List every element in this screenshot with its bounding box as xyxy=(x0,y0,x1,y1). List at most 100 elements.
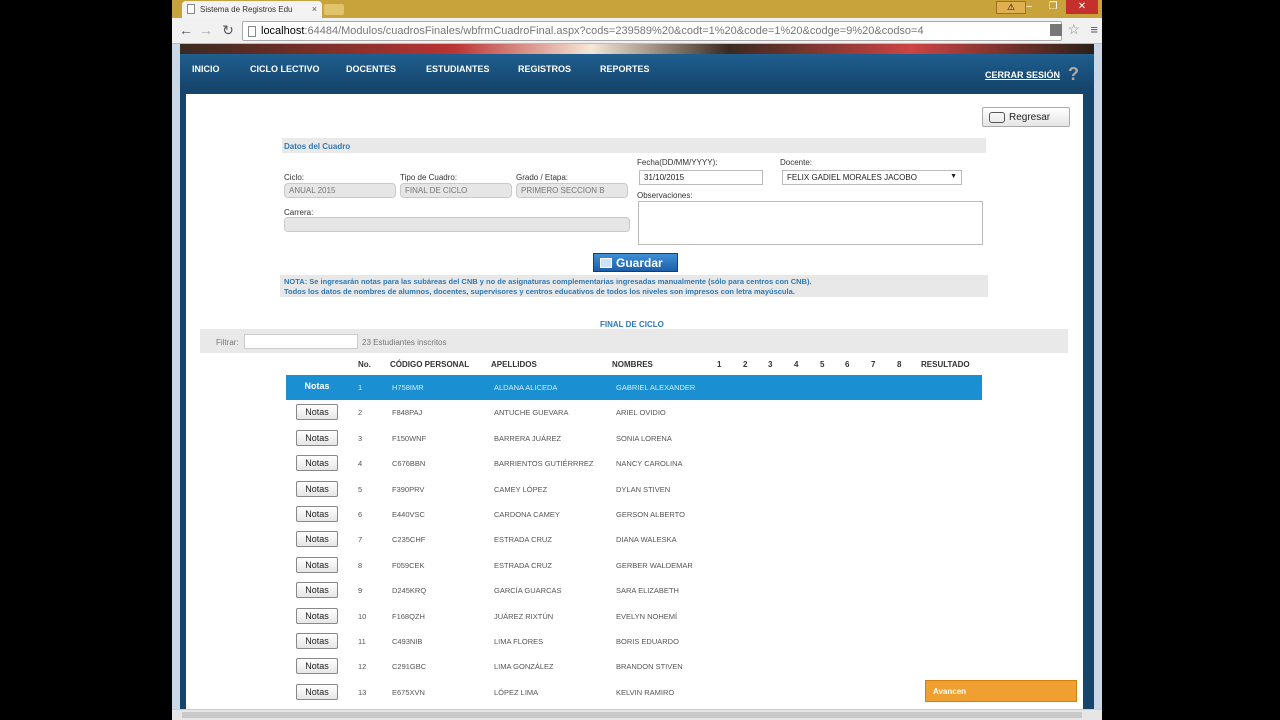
observaciones-textarea[interactable] xyxy=(638,201,983,245)
col-header-result: RESULTADO xyxy=(921,360,970,369)
ciclo-field: ANUAL 2015 xyxy=(284,183,396,198)
table-row[interactable]: Notas 12 C291GBC LIMA GONZÁLEZ BRANDON STIVE… xyxy=(286,654,982,679)
notas-button[interactable]: Notas xyxy=(296,556,338,573)
section-title: Datos del Cuadro xyxy=(284,142,351,151)
scrollbar-thumb[interactable] xyxy=(182,712,1082,718)
row-first-name: GABRIEL ALEXANDER xyxy=(616,383,696,392)
table-row[interactable]: Notas 13 E675XVN LÓPEZ LIMA KELVIN RAMIRO xyxy=(286,680,982,705)
carrera-label: Carrera: xyxy=(284,208,314,217)
row-first-name: SARA ELIZABETH xyxy=(616,586,679,596)
table-row[interactable]: Notas 7 C235CHF ESTRADA CRUZ DIANA WALESKA xyxy=(286,527,982,552)
row-last-name: ESTRADA CRUZ xyxy=(494,560,552,570)
nav-ciclo-lectivo[interactable]: CICLO LECTIVO xyxy=(250,64,320,74)
row-last-name: LIMA GONZÁLEZ xyxy=(494,662,554,672)
url-host: localhost xyxy=(261,25,305,37)
notas-button[interactable]: Notas xyxy=(296,379,338,395)
advice-box[interactable]: Avancen xyxy=(925,680,1077,702)
notas-button[interactable]: Notas xyxy=(296,658,338,675)
col-header-last: APELLIDOS xyxy=(491,360,537,369)
nav-estudiantes[interactable]: ESTUDIANTES xyxy=(426,64,490,74)
notas-button[interactable]: Notas xyxy=(296,455,338,472)
row-code: C291GBC xyxy=(392,662,427,672)
forward-arrow-icon[interactable]: → xyxy=(198,22,214,38)
fecha-input[interactable]: 31/10/2015 xyxy=(639,170,763,185)
nav-docentes[interactable]: DOCENTES xyxy=(346,64,396,74)
docente-selected: FELIX GADIEL MORALES JACOBO xyxy=(787,173,917,182)
row-first-name: ARIEL OVIDIO xyxy=(616,408,666,418)
row-code: F059CEK xyxy=(392,560,425,570)
minimize-icon[interactable]: – xyxy=(1018,0,1040,14)
row-code: F168QZH xyxy=(392,611,425,621)
maximize-icon[interactable]: ❐ xyxy=(1042,0,1064,14)
notas-button[interactable]: Notas xyxy=(296,607,338,624)
nav-reportes[interactable]: REPORTES xyxy=(600,64,650,74)
docente-select[interactable]: FELIX GADIEL MORALES JACOBO ▼ xyxy=(782,170,962,185)
tab-close-icon[interactable]: × xyxy=(312,4,317,14)
filter-label: Filtrar: xyxy=(216,338,239,347)
bookmark-star-icon[interactable]: ☆ xyxy=(1067,21,1080,38)
table-row[interactable]: Notas 6 E440VSC CARDONA CAMEY GERSON ALBERTO xyxy=(286,502,982,527)
row-first-name: GERSON ALBERTO xyxy=(616,510,685,519)
nav-inicio[interactable]: INICIO xyxy=(192,64,220,74)
new-tab-button[interactable] xyxy=(324,4,344,15)
observaciones-label: Observaciones: xyxy=(637,191,693,200)
notas-button[interactable]: Notas xyxy=(296,531,338,548)
tipo-cuadro-field: FINAL DE CICLO xyxy=(400,183,512,198)
carrera-field xyxy=(284,217,630,232)
row-code: F848PAJ xyxy=(392,408,423,418)
extension-icon[interactable] xyxy=(1050,24,1062,36)
row-code: D245KRQ xyxy=(392,586,427,596)
dropdown-arrow-icon: ▼ xyxy=(950,173,957,180)
table-row[interactable]: Notas 5 F390PRV CAMEY LÓPEZ DYLAN STIVEN xyxy=(286,477,982,502)
ciclo-label: Ciclo: xyxy=(284,173,305,182)
nav-registros[interactable]: REGISTROS xyxy=(518,64,571,74)
content-panel: Regresar Datos del Cuadro Ciclo: ANUAL 2… xyxy=(186,94,1083,720)
notas-button[interactable]: Notas xyxy=(296,506,338,522)
table-row[interactable]: Notas 1 H758IMR ALDANA ALICEDA GABRIEL ALEXA… xyxy=(286,375,982,400)
table-row[interactable]: Notas 10 F168QZH JUÁREZ RIXTÚN EVELYN NOHEMÍ xyxy=(286,604,982,629)
notas-button[interactable]: Notas xyxy=(296,582,338,599)
title-bar: Sistema de Registros Edu × ⚠ – ❐ ✕ xyxy=(172,0,1102,18)
chrome-menu-icon[interactable]: ≡ xyxy=(1090,22,1098,37)
notas-button[interactable]: Notas xyxy=(296,429,338,446)
table-row[interactable]: Notas 8 F059CEK ESTRADA CRUZ GERBER WALDEMAR xyxy=(286,553,982,578)
row-code: H758IMR xyxy=(392,383,424,392)
help-icon[interactable]: ? xyxy=(1068,64,1086,84)
row-number: 3 xyxy=(358,433,363,443)
grid-title: FINAL DE CICLO xyxy=(600,320,664,329)
notas-button[interactable]: Notas xyxy=(296,480,338,497)
notas-button[interactable]: Notas xyxy=(296,633,338,649)
row-last-name: LÓPEZ LIMA xyxy=(494,687,539,697)
save-button[interactable]: Guardar xyxy=(593,253,678,272)
row-number: 8 xyxy=(358,560,363,570)
window-controls: – ❐ ✕ xyxy=(1018,0,1098,16)
reload-icon[interactable]: ↻ xyxy=(220,22,236,39)
browser-tab[interactable]: Sistema de Registros Edu × xyxy=(182,1,322,18)
back-button[interactable]: Regresar xyxy=(982,107,1070,127)
row-first-name: BRANDON STIVEN xyxy=(616,662,683,672)
row-first-name: KELVIN RAMIRO xyxy=(616,687,675,697)
grado-field: PRIMERO SECCION B xyxy=(516,183,628,198)
address-bar[interactable]: localhost:64484/Modulos/cuadrosFinales/w… xyxy=(242,21,1062,41)
table-row[interactable]: Notas 2 F848PAJ ANTUCHE GUEVARA ARIEL OVIDIO xyxy=(286,400,982,425)
table-row[interactable]: Notas 4 C676BBN BARRIENTOS GUTIÉRRREZ NANCY … xyxy=(286,451,982,476)
row-first-name: NANCY CAROLINA xyxy=(616,459,683,469)
col-header-grade-3: 3 xyxy=(768,360,773,369)
back-arrow-icon[interactable]: ← xyxy=(178,22,194,38)
notas-button[interactable]: Notas xyxy=(296,404,338,421)
horizontal-scrollbar[interactable] xyxy=(172,709,1102,720)
section-header-bar xyxy=(282,138,986,153)
row-last-name: BARRERA JUÁREZ xyxy=(494,433,562,443)
page-icon xyxy=(187,4,195,14)
table-row[interactable]: Notas 11 C493NIB LIMA FLORES BORIS EDUARDO xyxy=(286,629,982,654)
row-first-name: GERBER WALDEMAR xyxy=(616,560,693,570)
close-window-icon[interactable]: ✕ xyxy=(1066,0,1098,14)
table-row[interactable]: Notas 9 D245KRQ GARCÍA GUARCAS SARA ELIZABET… xyxy=(286,578,982,603)
filter-input[interactable] xyxy=(244,334,358,349)
row-first-name: DIANA WALESKA xyxy=(616,535,677,545)
notas-button[interactable]: Notas xyxy=(296,683,338,700)
col-header-grade-2: 2 xyxy=(743,360,748,369)
logout-link[interactable]: CERRAR SESIÓN xyxy=(985,70,1060,80)
table-row[interactable]: Notas 3 F150WNF BARRERA JUÁREZ SONIA LORENA xyxy=(286,426,982,451)
row-number: 1 xyxy=(358,383,363,392)
